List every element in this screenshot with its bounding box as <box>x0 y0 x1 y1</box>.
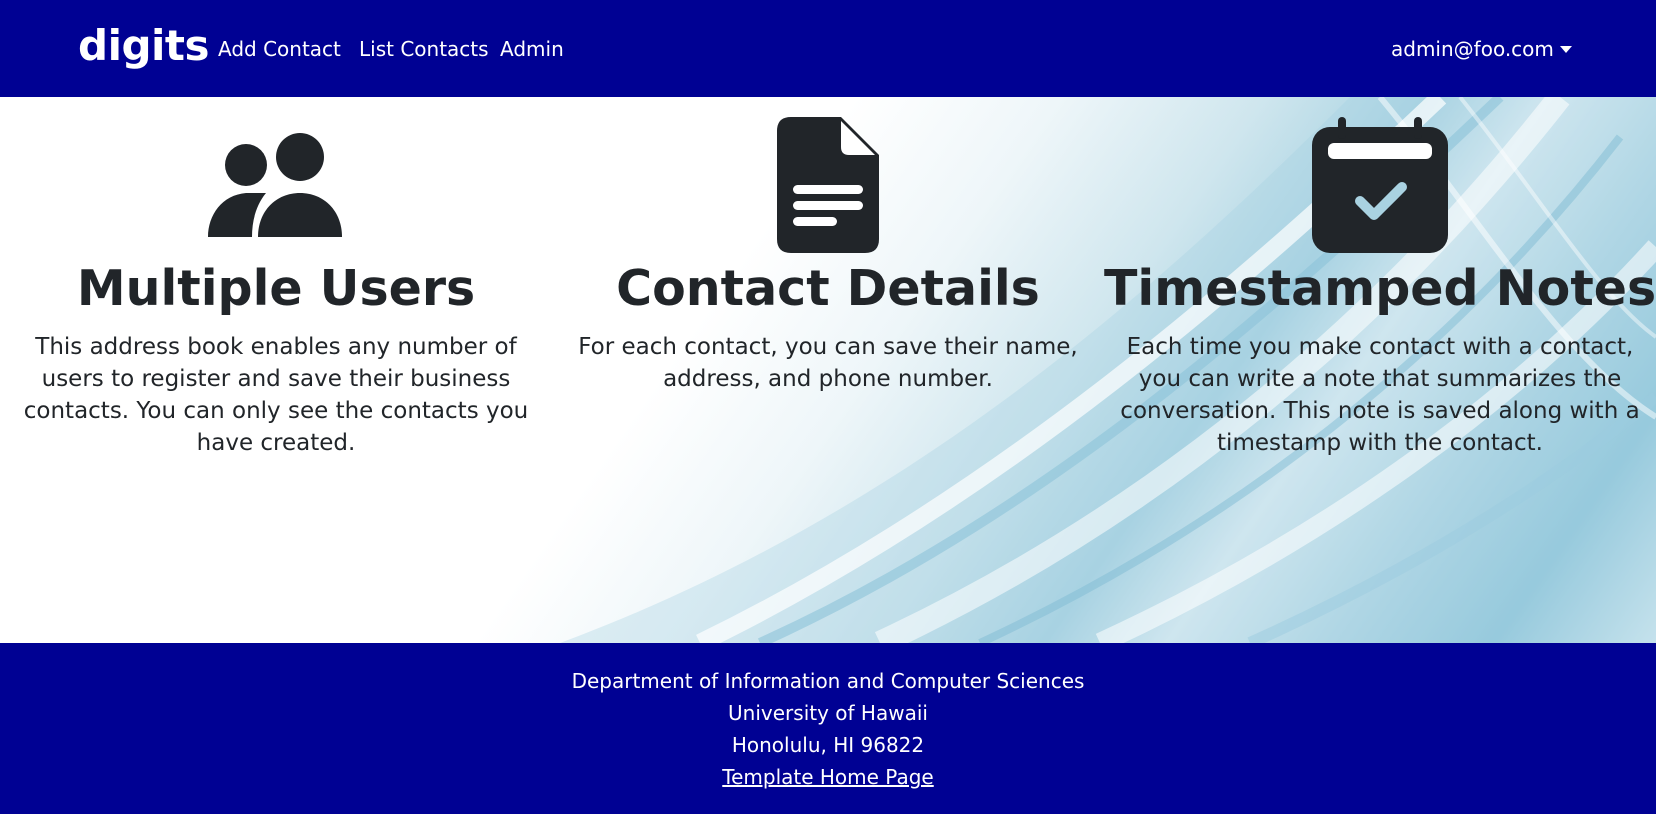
users-icon <box>206 117 346 253</box>
footer-department: Department of Information and Computer S… <box>571 669 1085 693</box>
feature-description: For each contact, you can save their nam… <box>578 334 1078 392</box>
calendar-check-icon <box>1310 117 1450 253</box>
footer-address: Department of Information and Computer S… <box>0 665 1656 793</box>
footer-city: Honolulu, HI 96822 <box>731 733 925 757</box>
feature-multiple-users: Multiple Users This address book enables… <box>0 97 552 643</box>
template-home-page-link[interactable]: Template Home Page <box>0 761 1656 793</box>
feature-description: This address book enables any number of … <box>23 334 529 456</box>
footer-university: University of Hawaii <box>728 701 928 725</box>
page-footer: Department of Information and Computer S… <box>0 643 1656 814</box>
feature-timestamped-notes: Timestamped Notes Each time you make con… <box>1104 97 1656 643</box>
nav-add-contact-link[interactable]: Add Contact <box>218 34 341 64</box>
caret-down-icon <box>1559 45 1572 53</box>
feature-contact-details: Contact Details For each contact, you ca… <box>552 97 1104 643</box>
landing-section: Multiple Users This address book enables… <box>0 97 1656 643</box>
feature-title: Contact Details <box>616 260 1040 317</box>
top-navbar: digits Add Contact List Contacts Admin a… <box>0 0 1656 97</box>
nav-admin-link[interactable]: Admin <box>500 34 564 64</box>
feature-title: Timestamped Notes <box>1104 260 1656 317</box>
brand-logo-link[interactable]: digits <box>78 18 210 74</box>
file-text-icon <box>758 117 898 253</box>
nav-list-contacts-link[interactable]: List Contacts <box>359 34 489 64</box>
user-email: admin@foo.com <box>1391 37 1554 61</box>
user-dropdown-toggle[interactable]: admin@foo.com <box>1391 34 1572 64</box>
feature-description: Each time you make contact with a contac… <box>1120 334 1640 456</box>
feature-title: Multiple Users <box>76 260 476 317</box>
